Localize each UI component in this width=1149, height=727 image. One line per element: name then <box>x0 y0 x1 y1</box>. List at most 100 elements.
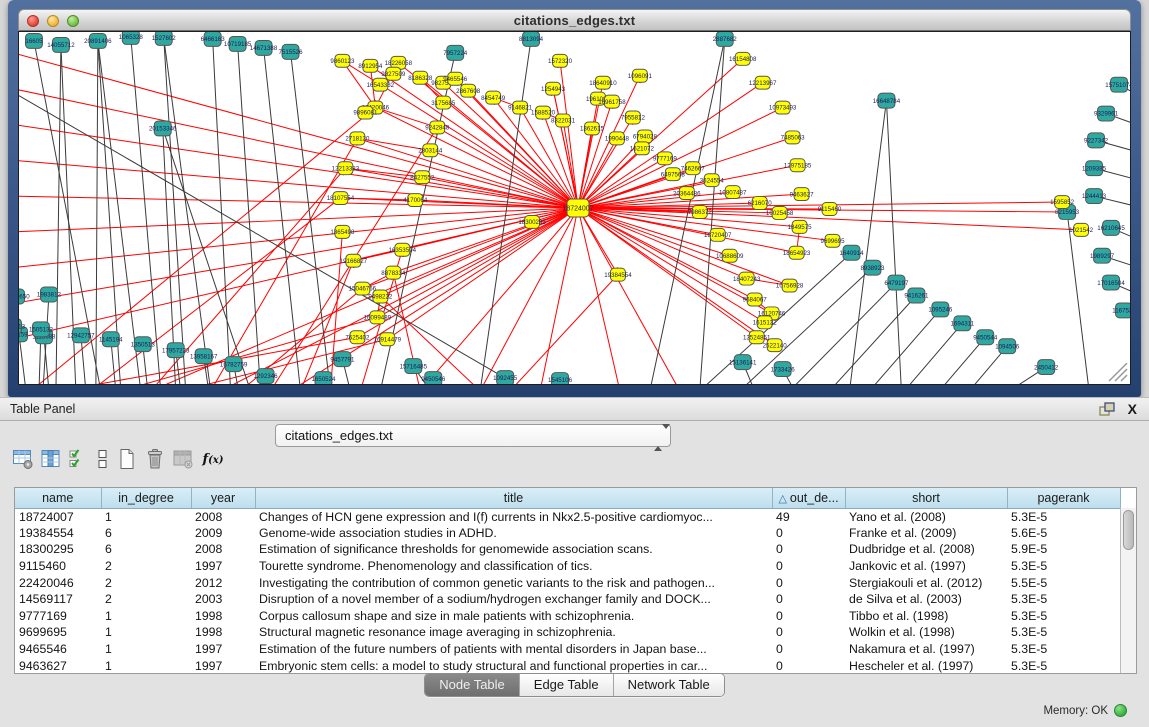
column-header-in_degree[interactable]: in_degree <box>101 488 191 508</box>
table-cell[interactable]: 5.3E-5 <box>1007 657 1120 674</box>
table-row[interactable]: 946554611997Estimation of the future num… <box>15 641 1120 658</box>
table-cell[interactable]: 1 <box>101 508 191 525</box>
table-cell[interactable]: Estimation of significance thresholds fo… <box>255 541 772 558</box>
table-cell[interactable]: Tourette syndrome. Phenomenology and cla… <box>255 558 772 575</box>
table-cell[interactable]: 1998 <box>191 608 255 625</box>
table-cell[interactable]: 2009 <box>191 525 255 542</box>
table-cell[interactable]: 0 <box>772 541 845 558</box>
close-panel-icon[interactable]: X <box>1128 401 1137 417</box>
table-cell[interactable]: 9115460 <box>15 558 101 575</box>
table-cell[interactable]: Investigating the contribution of common… <box>255 574 772 591</box>
table-cell[interactable]: 0 <box>772 657 845 674</box>
select-rows-icon[interactable] <box>66 446 92 472</box>
column-header-short[interactable]: short <box>845 488 1007 508</box>
table-cell[interactable]: 1 <box>101 657 191 674</box>
table-cell[interactable]: 0 <box>772 608 845 625</box>
network-canvas[interactable]: 1660514055712208914061065328152760264661… <box>18 31 1131 385</box>
table-cell[interactable]: Nakamura et al. (1997) <box>845 641 1007 658</box>
row-height-icon[interactable] <box>94 446 112 472</box>
table-cell[interactable]: 6 <box>101 541 191 558</box>
float-panel-icon[interactable] <box>1099 402 1116 417</box>
network-window-titlebar[interactable]: citations_edges.txt <box>18 9 1131 31</box>
table-cell[interactable]: Embryonic stem cells: a model to study s… <box>255 657 772 674</box>
table-cell[interactable]: 1 <box>101 624 191 641</box>
tab-edge-table[interactable]: Edge Table <box>520 674 614 696</box>
table-cell[interactable]: 9465546 <box>15 641 101 658</box>
table-cell[interactable]: 0 <box>772 591 845 608</box>
table-row[interactable]: 911546021997Tourette syndrome. Phenomeno… <box>15 558 1120 575</box>
table-scrollbar[interactable] <box>1120 508 1136 673</box>
table-cell[interactable]: Disruption of a novel member of a sodium… <box>255 591 772 608</box>
table-cell[interactable]: 1 <box>101 608 191 625</box>
table-row[interactable]: 1938455462009Genome-wide association stu… <box>15 525 1120 542</box>
table-cell[interactable]: 2008 <box>191 541 255 558</box>
table-cell[interactable]: Genome-wide association studies in ADHD. <box>255 525 772 542</box>
node-table-grid[interactable]: namein_degreeyeartitle△out_de...shortpag… <box>15 488 1121 674</box>
table-mode-icon[interactable] <box>10 446 36 472</box>
table-cell[interactable]: 22420046 <box>15 574 101 591</box>
table-cell[interactable]: 1997 <box>191 558 255 575</box>
table-cell[interactable]: 9463627 <box>15 657 101 674</box>
show-columns-icon[interactable] <box>38 446 64 472</box>
column-header-title[interactable]: title <box>255 488 772 508</box>
table-cell[interactable]: de Silva et al. (2003) <box>845 591 1007 608</box>
table-cell[interactable]: 2 <box>101 591 191 608</box>
table-scrollbar-thumb[interactable] <box>1123 510 1134 550</box>
table-cell[interactable]: 2012 <box>191 574 255 591</box>
table-cell[interactable]: Jankovic et al. (1997) <box>845 558 1007 575</box>
table-cell[interactable]: 9699695 <box>15 624 101 641</box>
table-cell[interactable]: 18724007 <box>15 508 101 525</box>
column-header-name[interactable]: name <box>15 488 101 508</box>
table-cell[interactable]: Tibbo et al. (1998) <box>845 608 1007 625</box>
table-row[interactable]: 2242004622012Investigating the contribut… <box>15 574 1120 591</box>
table-cell[interactable]: 0 <box>772 641 845 658</box>
table-cell[interactable]: 0 <box>772 558 845 575</box>
column-header-year[interactable]: year <box>191 488 255 508</box>
table-cell[interactable]: Structural magnetic resonance image aver… <box>255 624 772 641</box>
table-cell[interactable]: Stergiakouli et al. (2012) <box>845 574 1007 591</box>
table-cell[interactable]: 5.3E-5 <box>1007 641 1120 658</box>
tab-network-table[interactable]: Network Table <box>614 674 724 696</box>
table-selector-dropdown[interactable]: citations_edges.txt <box>275 424 671 447</box>
table-row[interactable]: 1872400712008Changes of HCN gene express… <box>15 508 1120 525</box>
table-cell[interactable]: 1 <box>101 641 191 658</box>
column-header-out_de[interactable]: △out_de... <box>772 488 845 508</box>
table-cell[interactable]: Hescheler et al. (1997) <box>845 657 1007 674</box>
table-cell[interactable]: 6 <box>101 525 191 542</box>
table-cell[interactable]: 0 <box>772 624 845 641</box>
table-cell[interactable]: 49 <box>772 508 845 525</box>
table-row[interactable]: 1830029562008Estimation of significance … <box>15 541 1120 558</box>
table-cell[interactable]: 5.9E-5 <box>1007 541 1120 558</box>
table-cell[interactable]: 0 <box>772 525 845 542</box>
table-row[interactable]: 977716911998Corpus callosum shape and si… <box>15 608 1120 625</box>
table-row[interactable]: 946362711997Embryonic stem cells: a mode… <box>15 657 1120 674</box>
table-cell[interactable]: 5.3E-5 <box>1007 558 1120 575</box>
table-cell[interactable]: 5.3E-5 <box>1007 508 1120 525</box>
table-cell[interactable]: 5.3E-5 <box>1007 624 1120 641</box>
table-cell[interactable]: 18300295 <box>15 541 101 558</box>
tab-node-table[interactable]: Node Table <box>425 674 520 696</box>
table-cell[interactable]: 0 <box>772 574 845 591</box>
column-header-pagerank[interactable]: pagerank <box>1007 488 1120 508</box>
table-cell[interactable]: Yano et al. (2008) <box>845 508 1007 525</box>
table-cell[interactable]: 2003 <box>191 591 255 608</box>
table-cell[interactable]: Dudbridge et al. (2008) <box>845 541 1007 558</box>
function-builder-icon[interactable]: f(x) <box>198 446 228 472</box>
table-cell[interactable]: 5.3E-5 <box>1007 608 1120 625</box>
table-cell[interactable]: 14569117 <box>15 591 101 608</box>
table-cell[interactable]: 1997 <box>191 657 255 674</box>
table-cell[interactable]: 2008 <box>191 508 255 525</box>
table-cell[interactable]: 9777169 <box>15 608 101 625</box>
table-cell[interactable]: 5.6E-5 <box>1007 525 1120 542</box>
table-cell[interactable]: 2 <box>101 558 191 575</box>
new-table-icon[interactable] <box>114 446 140 472</box>
table-cell[interactable]: 5.5E-5 <box>1007 574 1120 591</box>
delete-table-icon[interactable] <box>142 446 168 472</box>
table-row[interactable]: 1456911722003Disruption of a novel membe… <box>15 591 1120 608</box>
table-cell[interactable]: 5.3E-5 <box>1007 591 1120 608</box>
table-cell[interactable]: Estimation of the future numbers of pati… <box>255 641 772 658</box>
table-cell[interactable]: Corpus callosum shape and size in male p… <box>255 608 772 625</box>
table-row[interactable]: 969969511998Structural magnetic resonanc… <box>15 624 1120 641</box>
table-cell[interactable]: 19384554 <box>15 525 101 542</box>
table-cell[interactable]: 1997 <box>191 641 255 658</box>
